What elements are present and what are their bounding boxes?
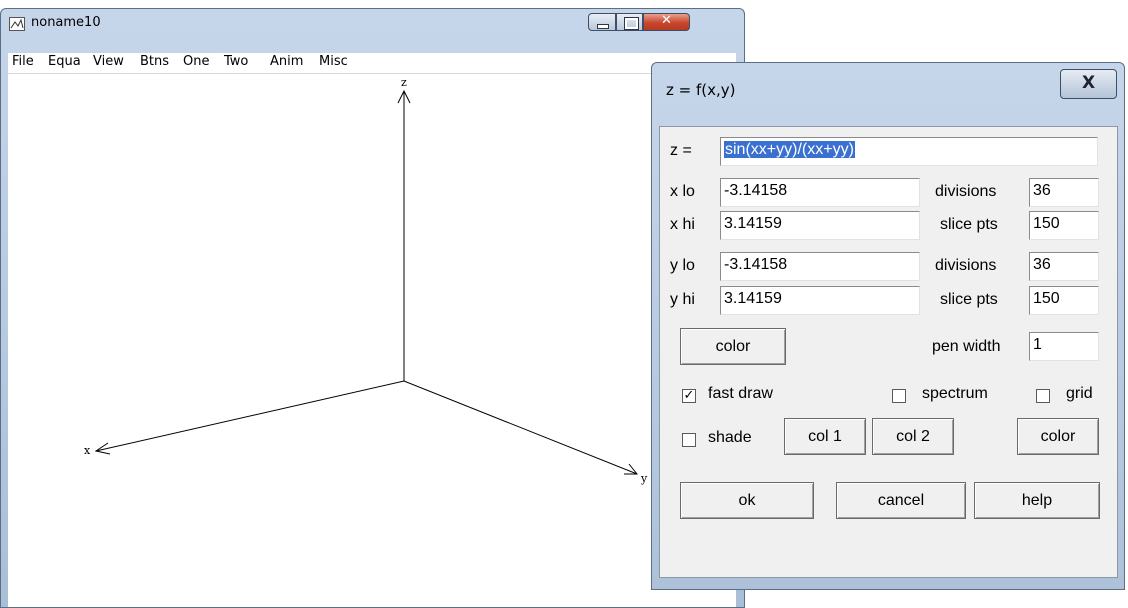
- shade-checkbox[interactable]: [682, 433, 696, 447]
- shade-label: shade: [708, 429, 752, 446]
- close-button[interactable]: ✕: [643, 13, 690, 31]
- spectrum-checkbox[interactable]: [892, 389, 906, 403]
- help-button[interactable]: help: [974, 482, 1100, 519]
- menu-anim[interactable]: Anim: [270, 54, 303, 69]
- grid-checkbox[interactable]: [1036, 389, 1050, 403]
- ok-button[interactable]: ok: [680, 482, 814, 519]
- menu-one[interactable]: One: [183, 54, 209, 69]
- x-hi-label: x hi: [670, 216, 695, 233]
- y-divisions-field[interactable]: 36: [1029, 252, 1099, 281]
- pen-width-field[interactable]: 1: [1029, 332, 1099, 361]
- color-button[interactable]: color: [680, 328, 786, 365]
- menu-bar: File Equa View Btns One Two Anim Misc: [8, 53, 736, 74]
- menu-equa[interactable]: Equa: [48, 54, 81, 69]
- close-icon: X: [1081, 73, 1096, 93]
- x-hi-field[interactable]: 3.14159: [720, 211, 920, 240]
- maximize-icon: [624, 17, 639, 30]
- y-axis-arrow: [624, 463, 639, 475]
- dialog-body: z = sin(xx+yy)/(xx+yy) x lo -3.14158 div…: [659, 126, 1118, 578]
- fast-draw-label: fast draw: [708, 385, 773, 402]
- minimize-icon: [597, 24, 609, 29]
- cancel-button[interactable]: cancel: [836, 482, 966, 519]
- y-lo-field[interactable]: -3.14158: [720, 252, 920, 281]
- col2-button[interactable]: col 2: [872, 418, 954, 455]
- y-axis-line: [403, 380, 638, 475]
- menu-view[interactable]: View: [93, 54, 124, 69]
- app-icon: [9, 17, 25, 31]
- y-slice-pts-field[interactable]: 150: [1029, 286, 1099, 315]
- menu-two[interactable]: Two: [224, 54, 248, 69]
- z-expression-field[interactable]: sin(xx+yy)/(xx+yy): [720, 137, 1098, 166]
- plot-canvas[interactable]: z x y: [8, 74, 736, 607]
- x-divisions-field[interactable]: 36: [1029, 178, 1099, 207]
- x-lo-label: x lo: [670, 183, 695, 200]
- z-expression-value: sin(xx+yy)/(xx+yy): [724, 141, 855, 158]
- function-dialog: z = f(x,y) X z = sin(xx+yy)/(xx+yy) x lo…: [651, 62, 1125, 590]
- axes-drawing: [94, 89, 639, 475]
- minimize-button[interactable]: [588, 13, 616, 31]
- y-hi-label: y hi: [670, 291, 695, 308]
- x-slice-pts-label: slice pts: [940, 216, 998, 233]
- maximize-button[interactable]: [616, 13, 643, 31]
- dialog-title: z = f(x,y): [666, 81, 736, 99]
- x-lo-field[interactable]: -3.14158: [720, 178, 920, 207]
- main-window-title: noname10: [31, 15, 101, 30]
- y-axis-label: y: [641, 472, 648, 485]
- menu-misc[interactable]: Misc: [319, 54, 348, 69]
- main-window: noname10 ✕ File Equa View Btns One Two A…: [0, 8, 745, 608]
- checkmark-icon: ✓: [683, 388, 695, 403]
- x-axis-label: x: [84, 444, 91, 457]
- col1-button[interactable]: col 1: [784, 418, 866, 455]
- close-icon: ✕: [661, 13, 672, 28]
- z-axis-label: z: [401, 76, 407, 89]
- pen-width-label: pen width: [932, 338, 1001, 355]
- x-divisions-label: divisions: [935, 183, 997, 200]
- x-slice-pts-field[interactable]: 150: [1029, 211, 1099, 240]
- grid-label: grid: [1066, 385, 1093, 402]
- z-label: z =: [670, 142, 692, 159]
- y-divisions-label: divisions: [935, 257, 997, 274]
- x-axis-line: [95, 380, 405, 452]
- spectrum-label: spectrum: [922, 385, 988, 402]
- color2-button[interactable]: color: [1017, 418, 1099, 455]
- main-title-bar[interactable]: noname10 ✕: [7, 13, 738, 35]
- menu-btns[interactable]: Btns: [140, 54, 169, 69]
- dialog-close-button[interactable]: X: [1060, 69, 1117, 99]
- y-lo-label: y lo: [670, 257, 695, 274]
- menu-file[interactable]: File: [12, 54, 34, 69]
- fast-draw-checkbox[interactable]: ✓: [682, 389, 696, 403]
- y-slice-pts-label: slice pts: [940, 291, 998, 308]
- y-hi-field[interactable]: 3.14159: [720, 286, 920, 315]
